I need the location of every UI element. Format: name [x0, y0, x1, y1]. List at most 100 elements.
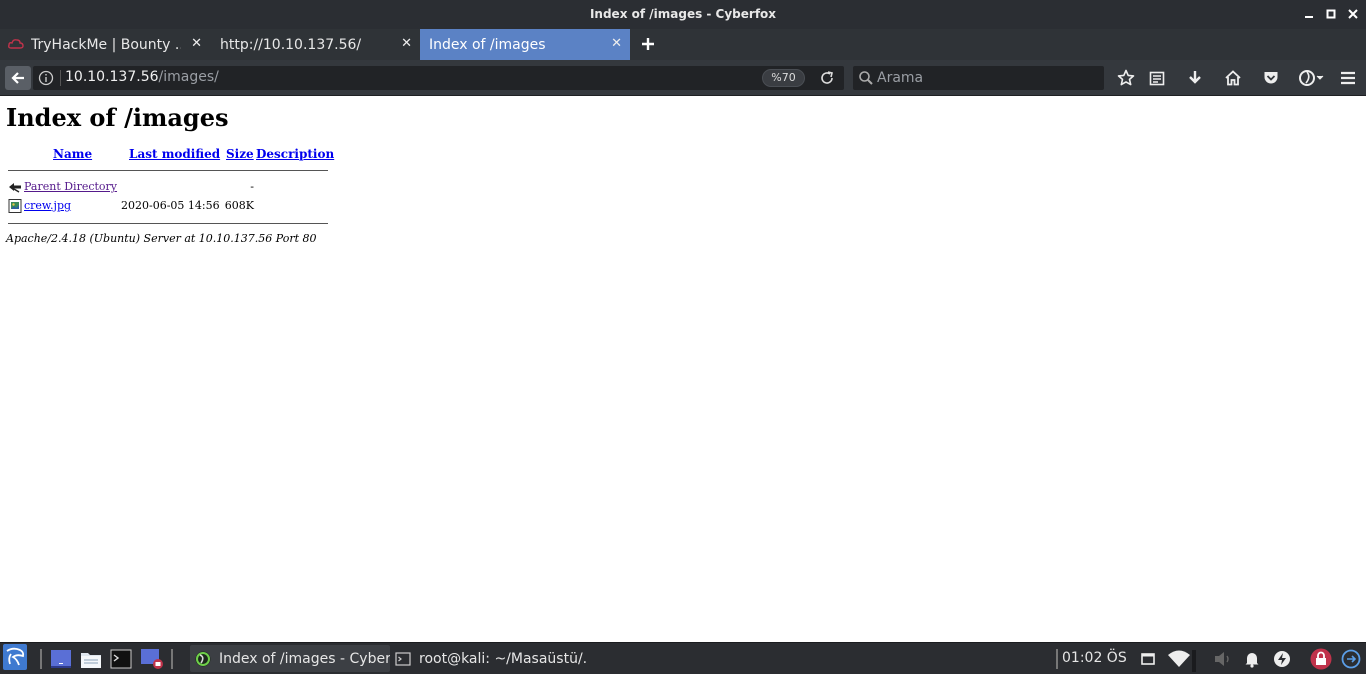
table-row: crew.jpg 2020-06-05 14:56 608K [6, 198, 336, 216]
page-heading: Index of /images [6, 103, 229, 132]
footer-divider [8, 223, 328, 224]
task-terminal[interactable]: root@kali: ~/Masaüstü/... [390, 645, 588, 672]
show-desktop-button[interactable] [50, 647, 72, 671]
cloud-icon [8, 39, 24, 49]
screen-recorder-icon [141, 649, 163, 669]
back-arrow-icon [9, 183, 21, 193]
arrow-left-icon [11, 72, 24, 84]
task-label: Index of /images - Cyber... [219, 650, 390, 667]
url-host: 10.10.137.56 [65, 69, 159, 85]
tab-strip: TryHackMe | Bounty ... ✕ http://10.10.13… [0, 29, 1366, 60]
url-path: /images/ [158, 69, 219, 85]
server-address: Apache/2.4.18 (Ubuntu) Server at 10.10.1… [6, 232, 317, 245]
tab-close-button[interactable]: ✕ [401, 36, 412, 51]
row-size: 608K [224, 199, 254, 212]
header-divider [8, 170, 328, 171]
download-arrow-icon [1189, 71, 1201, 84]
pocket-button[interactable] [1261, 68, 1281, 88]
logout-button[interactable] [1341, 647, 1361, 671]
reload-icon[interactable] [819, 70, 835, 86]
taskbar: Index of /images - Cyber... root@kali: ~… [0, 642, 1366, 674]
app-menu-button[interactable] [3, 644, 27, 670]
parent-directory-link[interactable]: Parent Directory [24, 180, 117, 193]
tab-index-of-images[interactable]: Index of /images ✕ [420, 29, 630, 60]
info-icon[interactable] [38, 70, 54, 86]
column-header-last-modified[interactable]: Last modified [129, 147, 220, 161]
window-controls [1302, 5, 1360, 23]
desktop-icon [51, 650, 71, 668]
volume-button[interactable] [1213, 647, 1233, 671]
back-button[interactable] [5, 66, 31, 90]
maximize-button[interactable] [1324, 5, 1338, 23]
network-button[interactable] [1167, 647, 1191, 671]
power-status-button[interactable] [1273, 647, 1291, 671]
terminal-icon [110, 649, 132, 669]
taskbar-separator [171, 649, 173, 669]
bookmark-star-button[interactable] [1116, 68, 1136, 88]
row-date: 2020-06-05 14:56 [121, 199, 220, 212]
tab-close-button[interactable]: ✕ [611, 36, 622, 51]
task-cyberfox[interactable]: Index of /images - Cyber... [190, 645, 390, 672]
close-icon [1348, 9, 1358, 19]
kali-dragon-icon [3, 644, 27, 670]
home-button[interactable] [1223, 68, 1243, 88]
new-tab-button[interactable] [639, 32, 657, 56]
minimize-icon [1305, 16, 1313, 18]
lock-icon [1310, 648, 1332, 670]
column-header-size[interactable]: Size [226, 147, 254, 161]
search-bar[interactable] [853, 66, 1104, 90]
screen-toggle-button[interactable] [1139, 647, 1157, 671]
terminal-launcher-button[interactable] [110, 647, 132, 671]
row-size: - [250, 180, 254, 193]
url-text[interactable]: 10.10.137.56/images/ [65, 69, 219, 85]
tab-tryhackme[interactable]: TryHackMe | Bounty ... ✕ [0, 29, 210, 60]
logout-icon [1341, 649, 1361, 669]
screen-recorder-button[interactable] [140, 647, 164, 671]
close-window-button[interactable] [1346, 5, 1360, 23]
url-separator [60, 70, 61, 86]
file-manager-button[interactable] [80, 647, 102, 671]
table-row: Parent Directory - [6, 179, 336, 197]
volume-muted-icon [1215, 652, 1229, 666]
tab-label: TryHackMe | Bounty ... [31, 37, 181, 53]
url-bar[interactable]: 10.10.137.56/images/ %70 [33, 66, 844, 90]
tab-home-ip[interactable]: http://10.10.137.56/ ✕ [210, 29, 420, 60]
column-header-name[interactable]: Name [53, 147, 92, 161]
window-titlebar: Index of /images - Cyberfox [0, 0, 1366, 29]
cyberfox-icon [195, 651, 211, 666]
tab-close-button[interactable]: ✕ [191, 36, 202, 51]
clock[interactable]: 01:02 ÖS [1062, 650, 1127, 666]
folder-icon [81, 653, 101, 668]
reading-list-button[interactable] [1147, 68, 1167, 88]
crew-jpg-link[interactable]: crew.jpg [24, 199, 71, 212]
window-title: Index of /images - Cyberfox [589, 7, 777, 21]
taskbar-separator [40, 649, 42, 669]
bell-icon [1245, 653, 1259, 668]
wifi-icon [1168, 650, 1190, 667]
task-label: root@kali: ~/Masaüstü/... [419, 650, 588, 667]
column-header-description[interactable]: Description [256, 147, 334, 161]
navigation-toolbar: 10.10.137.56/images/ %70 [0, 60, 1366, 96]
cyberfox-icon [1299, 70, 1324, 86]
reading-list-icon [1149, 71, 1165, 86]
search-input[interactable] [877, 68, 1097, 88]
taskbar-separator [1056, 649, 1058, 669]
tray-divider-bar [1192, 650, 1196, 672]
downloads-button[interactable] [1185, 68, 1205, 88]
zoom-indicator[interactable]: %70 [762, 69, 805, 87]
tab-label: http://10.10.137.56/ [220, 37, 362, 53]
page-content: Index of /images Name Last modified Size… [0, 97, 1366, 642]
tray-divider [1192, 649, 1196, 673]
terminal-icon [395, 651, 411, 666]
hamburger-menu-button[interactable] [1338, 68, 1358, 88]
search-icon [859, 71, 873, 85]
cyberfox-menu-button[interactable] [1297, 68, 1325, 88]
notifications-button[interactable] [1243, 647, 1261, 671]
display-icon [1141, 653, 1155, 665]
star-icon [1117, 69, 1135, 86]
maximize-icon [1326, 9, 1336, 19]
tab-label: Index of /images [429, 37, 546, 53]
lock-screen-button[interactable] [1310, 647, 1332, 671]
minimize-button[interactable] [1302, 5, 1316, 23]
home-icon [1225, 70, 1241, 86]
